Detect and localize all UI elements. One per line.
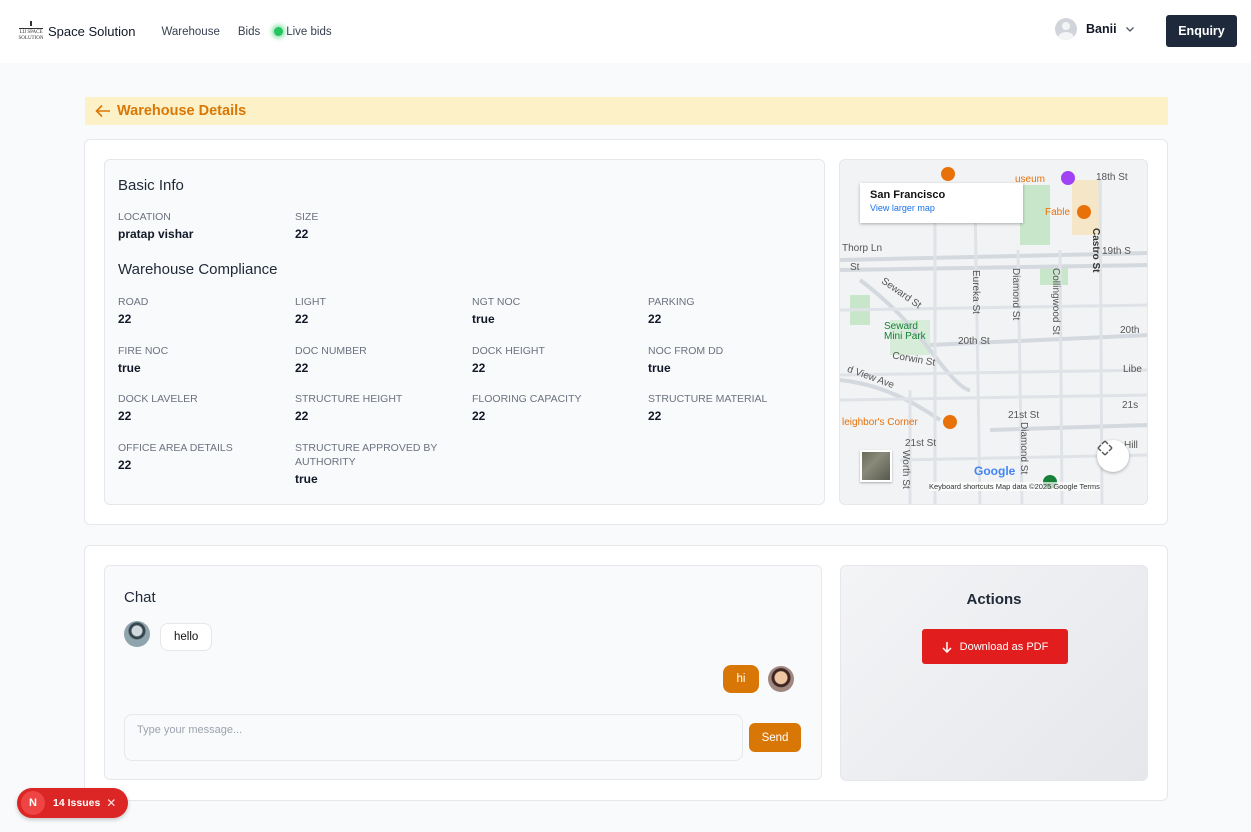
- chat-message-outgoing: hi: [723, 665, 759, 693]
- download-pdf-label: Download as PDF: [959, 640, 1049, 653]
- logo: LIJ SPACE SOLUTION: [18, 18, 44, 46]
- map-label: Eureka St: [970, 270, 981, 314]
- field-structure-material: STRUCTURE MATERIAL 22: [648, 393, 768, 423]
- field-dock-laveler: DOCK LAVELER 22: [118, 393, 198, 423]
- field-fire-noc: FIRE NOC true: [118, 345, 169, 375]
- field-parking: PARKING 22: [648, 296, 695, 326]
- map-pan-control[interactable]: [1097, 440, 1129, 472]
- actions-panel: Actions Download as PDF: [840, 565, 1148, 781]
- map-label: 19th S: [1102, 246, 1131, 257]
- basic-info-title: Basic Info: [118, 177, 184, 194]
- issues-count: 14 Issues: [53, 797, 101, 809]
- field-size: SIZE 22: [295, 211, 319, 241]
- issues-badge[interactable]: N 14 Issues ✕: [17, 788, 128, 818]
- map-label: 20th St: [958, 336, 990, 347]
- map-label: Diamond St: [1010, 268, 1021, 321]
- nav-link-bids[interactable]: Bids: [238, 26, 260, 38]
- map-label: 18th St: [1096, 172, 1128, 183]
- map-info-card: San Francisco View larger map: [860, 183, 1023, 223]
- nav-link-warehouse[interactable]: Warehouse: [161, 26, 219, 38]
- view-larger-map-link[interactable]: View larger map: [870, 203, 1013, 213]
- map-label: Collingwood St: [1050, 268, 1061, 335]
- map-label: 21st St: [1008, 410, 1040, 421]
- map-label: Thorp Ln: [842, 243, 883, 254]
- map-label: Castro St: [1090, 228, 1101, 273]
- field-dock-height: DOCK HEIGHT 22: [472, 345, 545, 375]
- brand[interactable]: LIJ SPACE SOLUTION Space Solution: [18, 18, 135, 46]
- map-label: Diamond St: [1018, 422, 1029, 475]
- map-label: Libe: [1123, 364, 1142, 375]
- page-title: Warehouse Details: [117, 103, 247, 119]
- field-structure-approved: STRUCTURE APPROVED BY AUTHORITY true: [295, 442, 438, 486]
- map-label: leighbor's Corner: [842, 417, 918, 428]
- pan-arrows-icon: [1097, 440, 1113, 456]
- map-label: useum: [1015, 174, 1046, 185]
- map-label: 21st St: [905, 438, 937, 449]
- chat-message-input[interactable]: [124, 714, 743, 761]
- map-label: 20th: [1120, 325, 1140, 336]
- next-logo-icon: N: [21, 791, 45, 815]
- download-pdf-button[interactable]: Download as PDF: [922, 629, 1068, 664]
- field-light: LIGHT 22: [295, 296, 326, 326]
- chat-title: Chat: [124, 589, 156, 606]
- google-logo: Google: [974, 464, 1016, 478]
- map-city: San Francisco: [870, 189, 946, 201]
- page-header: Warehouse Details: [85, 97, 1168, 125]
- field-flooring-capacity: FLOORING CAPACITY 22: [472, 393, 582, 423]
- nav-link-live-bids[interactable]: Live bids: [274, 25, 332, 38]
- brand-name[interactable]: Space Solution: [48, 24, 135, 39]
- map-label: Worth St: [900, 450, 911, 489]
- map-label: Fable: [1045, 207, 1071, 218]
- user-menu[interactable]: Banii: [1055, 18, 1135, 40]
- field-structure-height: STRUCTURE HEIGHT 22: [295, 393, 403, 423]
- live-indicator-icon: [274, 27, 284, 36]
- compliance-title: Warehouse Compliance: [118, 261, 278, 278]
- field-location: LOCATION pratap vishar: [118, 211, 194, 241]
- download-arrow-icon: [942, 641, 952, 653]
- field-road: ROAD 22: [118, 296, 149, 326]
- chat-message-incoming: hello: [160, 623, 213, 651]
- actions-title: Actions: [966, 591, 1022, 608]
- map-label: Seward Mini Park: [884, 321, 926, 342]
- sender-avatar: [124, 621, 150, 647]
- map-label: St: [850, 262, 860, 273]
- location-map[interactable]: San Francisco View larger map 18th St us…: [839, 159, 1148, 505]
- chevron-down-icon: [1125, 27, 1134, 32]
- field-doc-number: DOC NUMBER 22: [295, 345, 367, 375]
- my-avatar: [768, 666, 794, 692]
- satellite-toggle[interactable]: [860, 450, 892, 482]
- live-bids-label: Live bids: [286, 25, 332, 38]
- user-name: Banii: [1086, 22, 1117, 36]
- user-avatar-icon: [1055, 18, 1077, 40]
- field-ngt-noc: NGT NOC true: [472, 296, 521, 326]
- map-footer[interactable]: Keyboard shortcuts Map data ©2025 Google…: [929, 482, 1100, 491]
- close-icon[interactable]: ✕: [106, 796, 116, 810]
- map-label: 21s: [1122, 400, 1139, 411]
- back-arrow-icon[interactable]: [95, 104, 111, 118]
- field-noc-from-dd: NOC FROM DD true: [648, 345, 724, 375]
- send-button[interactable]: Send: [749, 723, 801, 752]
- field-office-area-details: OFFICE AREA DETAILS 22: [118, 442, 233, 472]
- enquiry-button[interactable]: Enquiry: [1166, 15, 1237, 47]
